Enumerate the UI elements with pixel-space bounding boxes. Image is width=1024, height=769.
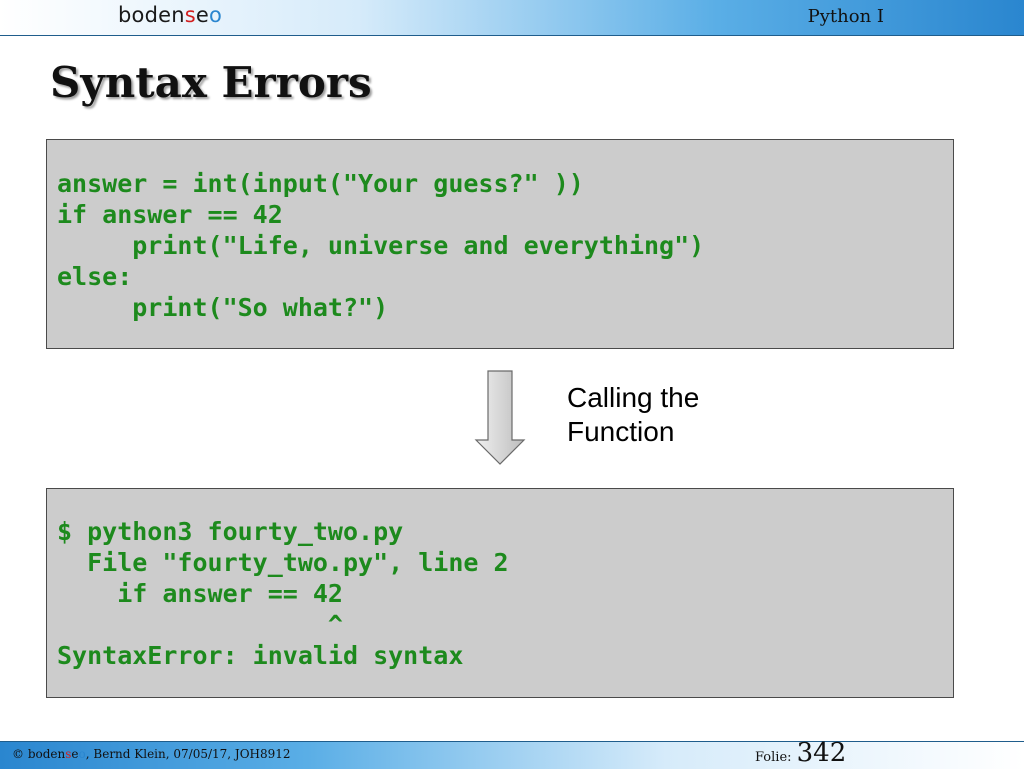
code-line: answer = int(input("Your guess?" )) — [57, 169, 584, 198]
arrow-caption: Calling the Function — [567, 381, 699, 449]
output-line: $ python3 fourty_two.py — [57, 517, 404, 546]
logo-letter-s: s — [184, 3, 196, 27]
code-line: if answer == 42 — [57, 200, 283, 229]
slide-title: Syntax Errors — [50, 58, 372, 107]
bodenseo-logo: bodenseo — [118, 3, 222, 27]
logo-text-part: boden — [118, 3, 185, 27]
output-line: ^ — [57, 610, 343, 639]
arrow-caption-line: Function — [567, 416, 675, 447]
header-bar: bodenseo Python I — [0, 0, 1024, 36]
footer-brand-letter-e: e — [71, 747, 79, 761]
footer-info: © bodenseo, Bernd Klein, 07/05/17, JOH89… — [12, 747, 291, 761]
output-listing: $ python3 fourty_two.py File "fourty_two… — [57, 516, 509, 671]
output-box: $ python3 fourty_two.py File "fourty_two… — [46, 488, 954, 698]
footer-bar: © bodenseo, Bernd Klein, 07/05/17, JOH89… — [0, 738, 1024, 769]
folie-number: 342 — [796, 738, 847, 768]
folie-label: Folie: — [755, 750, 792, 765]
footer-author-date: , Bernd Klein, 07/05/17, JOH8912 — [85, 747, 291, 761]
slide-number: Folie: 342 — [755, 738, 846, 768]
code-line: print("Life, universe and everything") — [57, 231, 705, 260]
copyright-symbol: © — [12, 747, 24, 761]
code-listing: answer = int(input("Your guess?" )) if a… — [57, 168, 704, 323]
code-line: else: — [57, 262, 133, 291]
logo-letter-o: o — [209, 3, 223, 27]
code-box: answer = int(input("Your guess?" )) if a… — [46, 139, 954, 349]
course-title: Python I — [807, 6, 884, 27]
footer-brand-letter-o: o — [78, 747, 86, 761]
output-line: File "fourty_two.py", line 2 — [57, 548, 509, 577]
footer-brand-part: boden — [27, 747, 66, 761]
logo-letter-e: e — [195, 3, 210, 27]
arrow-caption-line: Calling the — [567, 382, 700, 413]
code-line: print("So what?") — [57, 293, 389, 322]
down-arrow-icon — [474, 370, 526, 465]
output-line: SyntaxError: invalid syntax — [57, 641, 464, 670]
output-line: if answer == 42 — [57, 579, 343, 608]
